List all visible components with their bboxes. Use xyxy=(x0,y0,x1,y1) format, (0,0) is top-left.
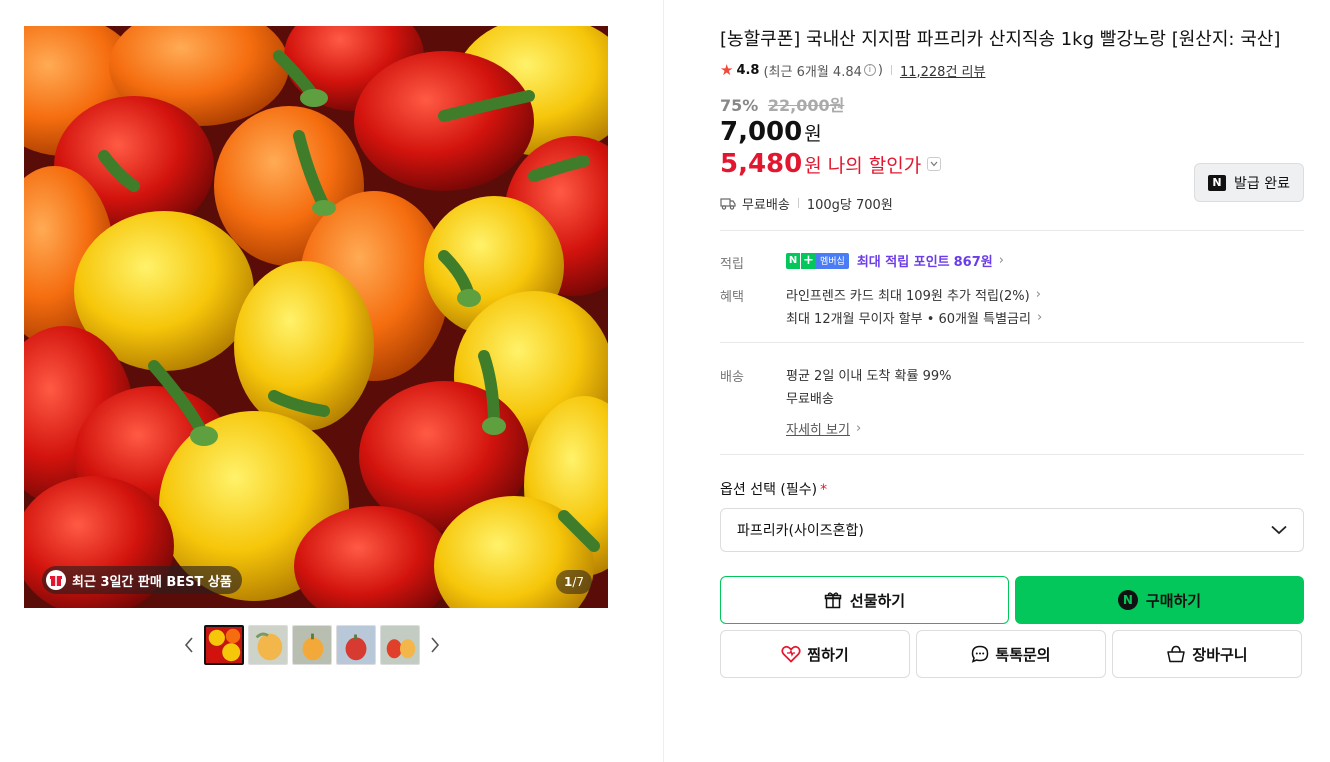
rating-row: ★ 4.8 (최근 6개월 4.84 i ) 11,228건 리뷰 xyxy=(720,61,1304,80)
max-points-value: 867원 xyxy=(953,255,993,270)
thumbnail-5[interactable] xyxy=(380,625,420,665)
recent-rating: (최근 6개월 4.84 xyxy=(763,64,862,80)
delivery-more-link[interactable]: 자세히 보기 › xyxy=(786,417,1304,440)
product-title: [농할쿠폰] 국내산 지지팜 파프리카 산지직송 1kg 빨강노랑 [원산지: … xyxy=(720,29,1281,50)
wish-button-label: 찜하기 xyxy=(807,645,849,664)
pepper-photo xyxy=(24,26,608,608)
thumbnail-strip xyxy=(178,624,446,666)
separator xyxy=(890,65,892,75)
best-seller-text: 최근 3일간 판매 BEST 상품 xyxy=(72,574,232,590)
info-icon[interactable]: i xyxy=(863,64,876,76)
sale-price-row: 7,000 원 xyxy=(720,117,1304,147)
truck-icon xyxy=(720,197,736,210)
option-selected-value: 파프리카(사이즈혼합) xyxy=(737,523,864,539)
thumbnail-4[interactable] xyxy=(336,625,376,665)
delivery-section: 배송 평균 2일 이내 도착 확률 99% 무료배송 자세히 보기 › xyxy=(720,363,1304,440)
image-counter-total: /7 xyxy=(572,575,584,589)
wish-button[interactable]: 찜하기 xyxy=(720,630,910,678)
thumbnail-1[interactable] xyxy=(204,625,244,665)
sale-price-unit: 원 xyxy=(804,123,822,145)
heart-icon xyxy=(781,645,801,663)
product-info-panel: [농할쿠폰] 국내산 지지팜 파프리카 산지직송 1kg 빨강노랑 [원산지: … xyxy=(720,26,1304,678)
image-counter: 1/7 xyxy=(555,570,592,594)
chevron-right-icon: › xyxy=(855,421,862,436)
delivery-eta: 평균 2일 이내 도착 확률 99% xyxy=(786,369,952,384)
separator xyxy=(797,198,799,208)
best-seller-badge: 최근 3일간 판매 BEST 상품 xyxy=(42,566,242,594)
gift-button-label: 선물하기 xyxy=(849,591,906,610)
shipping-text: 무료배송 xyxy=(742,197,790,213)
benefit-text-2: 최대 12개월 무이자 할부 • 60개월 특별금리 xyxy=(786,312,1031,327)
benefit-label: 혜택 xyxy=(720,290,744,305)
benefit-item-installment[interactable]: 최대 12개월 무이자 할부 • 60개월 특별금리 › xyxy=(786,306,1304,329)
buy-button[interactable]: N 구매하기 xyxy=(1015,576,1304,624)
chevron-right-icon: › xyxy=(1035,287,1041,302)
chevron-down-icon[interactable] xyxy=(927,157,942,171)
chat-bubble-icon xyxy=(972,645,989,663)
delivery-free: 무료배송 xyxy=(786,392,834,407)
plus-icon: + xyxy=(800,252,816,269)
required-mark: * xyxy=(820,482,828,498)
option-label: 옵션 선택 (필수) * xyxy=(720,479,1304,499)
thumbnail-prev-button[interactable] xyxy=(178,625,200,665)
option-label-text: 옵션 선택 (필수) xyxy=(720,482,818,498)
chevron-down-icon xyxy=(1271,525,1287,535)
image-counter-current: 1 xyxy=(563,575,573,589)
benefits-section: 적립 N + 멤버십 최대 적립 포인트 867원 › xyxy=(720,252,1304,272)
primary-actions: 선물하기 N 구매하기 xyxy=(720,576,1304,624)
main-product-image[interactable]: 최근 3일간 판매 BEST 상품 1/7 xyxy=(24,26,608,608)
divider xyxy=(720,342,1304,343)
points-label: 적립 xyxy=(720,257,744,272)
naver-n-icon: N xyxy=(1208,174,1226,191)
thumbnail-3[interactable] xyxy=(292,625,332,665)
basket-icon xyxy=(1167,645,1186,663)
star-icon: ★ xyxy=(720,61,734,79)
chevron-right-icon: › xyxy=(998,253,1004,268)
option-select[interactable]: 파프리카(사이즈혼합) xyxy=(720,508,1304,552)
naver-plus-membership-badge: N + 멤버십 xyxy=(786,252,849,269)
talk-inquiry-button[interactable]: 톡톡문의 xyxy=(916,630,1106,678)
chevron-right-icon: › xyxy=(1036,310,1043,325)
coupon-button-label: 발급 완료 xyxy=(1234,175,1290,192)
benefit-item-card[interactable]: 라인프렌즈 카드 최대 109원 추가 적립(2%) › xyxy=(786,283,1304,306)
original-price: 22,000원 xyxy=(767,96,845,115)
sale-price: 7,000 xyxy=(720,117,803,147)
thumbnail-2[interactable] xyxy=(248,625,288,665)
column-divider xyxy=(663,0,664,762)
naver-n-icon: N xyxy=(786,252,800,269)
cart-button[interactable]: 장바구니 xyxy=(1112,630,1302,678)
membership-badge-text: 멤버십 xyxy=(816,252,849,269)
my-discount-price: 5,480 xyxy=(720,149,803,179)
max-points-text: 최대 적립 포인트 xyxy=(856,255,950,270)
delivery-more-text: 자세히 보기 xyxy=(786,423,850,438)
buy-button-label: 구매하기 xyxy=(1145,591,1202,610)
gift-icon xyxy=(824,592,842,609)
talk-inquiry-label: 톡톡문의 xyxy=(995,645,1051,664)
cart-button-label: 장바구니 xyxy=(1192,645,1248,664)
divider xyxy=(720,454,1304,455)
my-discount-label: 나의 할인가 xyxy=(827,155,922,177)
thumbnail-next-button[interactable] xyxy=(424,625,446,665)
gift-icon xyxy=(46,570,66,590)
coupon-issued-button[interactable]: N 발급 완료 xyxy=(1194,163,1304,202)
benefit-text-1: 라인프렌즈 카드 최대 109원 추가 적립(2%) xyxy=(786,289,1030,304)
naver-n-icon: N xyxy=(1117,590,1138,610)
rating-score: 4.8 xyxy=(736,62,760,78)
unit-price: 100g당 700원 xyxy=(806,197,893,213)
discount-rate: 75% xyxy=(720,96,759,115)
gift-button[interactable]: 선물하기 xyxy=(720,576,1009,624)
review-count-link[interactable]: 11,228건 리뷰 xyxy=(900,61,986,80)
original-price-row: 75% 22,000원 xyxy=(720,92,1304,115)
max-points-link[interactable]: N + 멤버십 최대 적립 포인트 867원 › xyxy=(786,249,1304,272)
secondary-actions: 찜하기 톡톡문의 장바구니 xyxy=(720,630,1304,678)
delivery-label: 배송 xyxy=(720,370,744,385)
chevron-right-icon xyxy=(431,637,440,653)
divider xyxy=(720,230,1304,231)
my-discount-price-unit: 원 xyxy=(804,155,822,177)
card-benefits-section: 혜택 라인프렌즈 카드 최대 109원 추가 적립(2%) › 최대 12개월 … xyxy=(720,283,1304,329)
chevron-left-icon xyxy=(184,637,193,653)
recent-rating-close: ) xyxy=(877,62,883,78)
